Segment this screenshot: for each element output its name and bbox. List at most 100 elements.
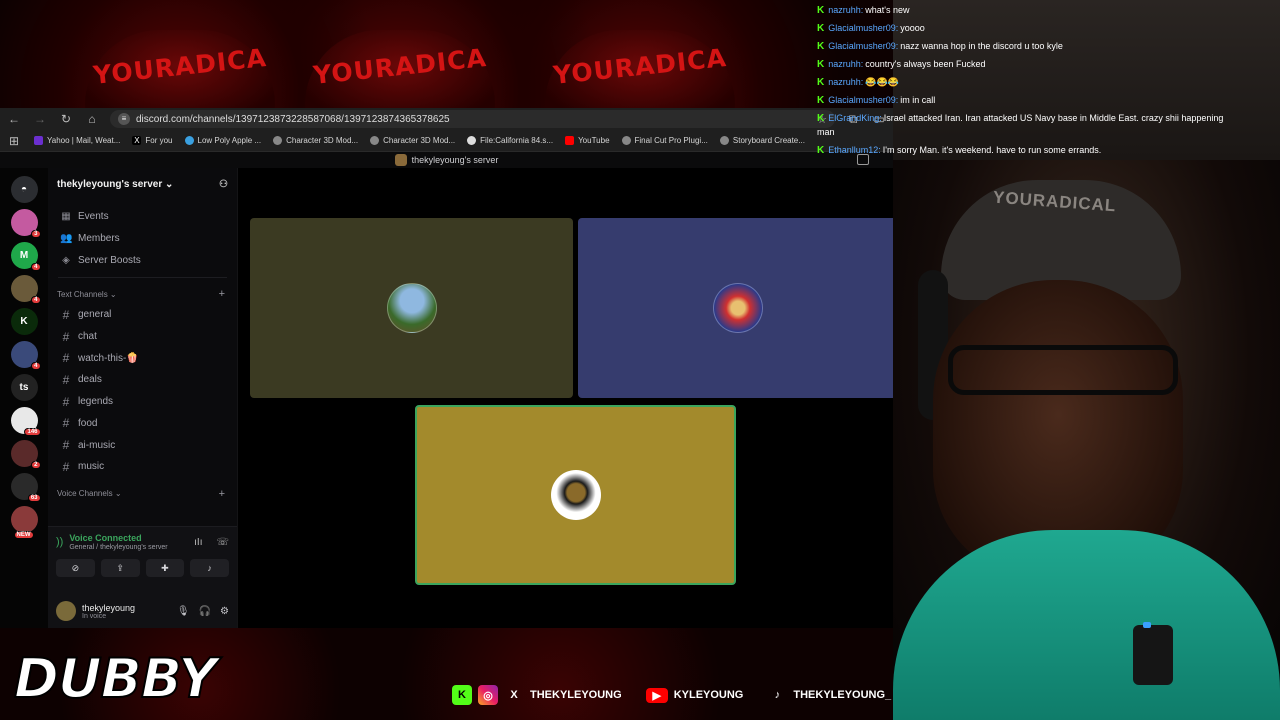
shirt — [893, 530, 1280, 720]
chat-text: nazz wanna hop in the discord u too kyle — [900, 41, 1063, 51]
bookmark-item[interactable]: Character 3D Mod... — [273, 136, 358, 145]
site-info-icon[interactable]: ≡ — [118, 113, 130, 125]
participant-tile-speaking[interactable] — [415, 405, 736, 585]
settings-gear-icon[interactable]: ⚙ — [220, 606, 229, 617]
chat-text: im in call — [900, 95, 936, 105]
headphones-icon[interactable]: 🎧 — [199, 606, 211, 617]
menu-item-server-boosts[interactable]: ◈ Server Boosts — [54, 249, 231, 271]
social-handles: K ◎ X THEKYLEYOUNG ▶ KYLEYOUNG ♪ THEKYLE… — [452, 684, 891, 706]
channel-sidebar: thekyleyoung's server ⌄ ⚇ ▦ Events 👥 Membe… — [48, 168, 238, 628]
bookmark-label: Character 3D Mod... — [383, 136, 456, 145]
channel-label: legends — [78, 396, 114, 408]
add-channel-icon[interactable]: + — [219, 488, 225, 500]
notification-badge: 4 — [31, 263, 41, 271]
url-text: discord.com/channels/1397123873228587068… — [136, 113, 450, 125]
hash-icon: # — [62, 438, 70, 453]
participant-tile[interactable] — [250, 218, 573, 398]
bookmark-item[interactable]: Low Poly Apple ... — [184, 136, 262, 145]
chat-username: nazruhh: — [828, 5, 864, 15]
bookmark-label: YouTube — [578, 136, 610, 145]
avatar[interactable] — [56, 601, 76, 621]
bookmark-item[interactable]: Final Cut Pro Plugi... — [621, 136, 708, 145]
camera-off-button[interactable]: ⊘ — [56, 559, 95, 577]
server-name: thekyleyoung's server — [57, 178, 163, 190]
server-initials: ts — [19, 382, 29, 393]
voice-connected-panel: )) Voice Connected General / thekyleyoun… — [48, 526, 237, 594]
bookmark-item[interactable]: File:California 84.s... — [467, 136, 553, 145]
chat-username: ElGrandKing: — [828, 113, 882, 123]
kick-badge-icon: K — [817, 59, 825, 70]
add-member-icon[interactable]: ⚇ — [219, 179, 228, 190]
apps-grid-icon[interactable]: ⊞ — [6, 134, 22, 148]
server-icon[interactable]: NEW — [10, 506, 38, 539]
channel-label: chat — [78, 331, 97, 343]
yahoo-icon — [34, 136, 43, 145]
menu-item-members[interactable]: 👥 Members — [54, 228, 231, 250]
channel-item[interactable]: # music — [54, 456, 231, 478]
channel-item[interactable]: # general — [54, 304, 231, 326]
channel-item[interactable]: # watch-this-🍿 — [54, 347, 231, 369]
bookmark-item[interactable]: Yahoo | Mail, Weat... — [34, 136, 120, 145]
background-cap: YOURADICA — [85, 30, 275, 120]
cap-text: YOURADICA — [551, 42, 729, 91]
channel-item[interactable]: # ai-music — [54, 434, 231, 456]
channel-item[interactable]: # deals — [54, 369, 231, 391]
server-icon[interactable]: 4 — [10, 275, 41, 304]
discord-window-title: thekyleyoung's server — [411, 155, 499, 165]
disconnect-icon[interactable]: ☏ — [216, 537, 229, 548]
server-list: ◓ 3 M 4 4 K 4 ts 146 2 63 NEW — [0, 168, 48, 628]
channel-list: ▦ Events 👥 Members ◈ Server Boosts Text Cha… — [48, 200, 237, 526]
server-icon[interactable]: 3 — [10, 209, 41, 238]
stream-chat: Knazruhh: what's new K Glacialmusher09: yooo… — [817, 0, 1280, 160]
noise-suppression-icon[interactable]: ıIı — [194, 537, 202, 548]
bookmark-label: Low Poly Apple ... — [197, 136, 262, 145]
kick-badge-icon: K — [817, 77, 825, 88]
text-channels-category[interactable]: Text Channels ⌄ + — [54, 284, 231, 304]
bookmark-label: Yahoo | Mail, Weat... — [47, 136, 121, 145]
boost-icon: ◈ — [62, 254, 70, 266]
server-icon[interactable]: 2 — [10, 440, 41, 469]
text-channel-list: # general # chat # watch-this-🍿 # deals # legends… — [54, 304, 231, 478]
globe-icon — [273, 136, 283, 145]
category-label: Voice Channels — [57, 489, 113, 499]
server-icon[interactable]: 63 — [10, 473, 41, 502]
home-icon[interactable]: ⌂ — [84, 112, 100, 126]
server-icon[interactable]: M4 — [10, 242, 41, 271]
bookmark-item[interactable]: Storyboard Create... — [719, 136, 805, 145]
forward-icon[interactable]: → — [32, 112, 48, 126]
url-input[interactable]: ≡ discord.com/channels/13971238732285870… — [110, 110, 835, 128]
discord-app: ◓ 3 M 4 4 K 4 ts 146 2 63 NEW thekyleyoung's serve… — [0, 168, 893, 628]
discord-home-icon[interactable]: ◓ — [10, 176, 38, 203]
bookmark-label: Storyboard Create... — [732, 136, 805, 145]
notification-badge: 63 — [27, 494, 41, 502]
bookmark-item[interactable]: Character 3D Mod... — [370, 136, 455, 145]
voice-channels-category[interactable]: Voice Channels ⌄ + — [54, 484, 231, 504]
bookmark-item[interactable]: X For you — [132, 136, 173, 145]
bookmark-item[interactable]: YouTube — [565, 136, 610, 145]
menu-item-events[interactable]: ▦ Events — [54, 206, 231, 228]
channel-item[interactable]: # food — [54, 413, 231, 435]
microphone-icon[interactable]: 🎙 — [177, 606, 190, 617]
server-icon[interactable]: K — [10, 308, 38, 335]
user-panel: thekyleyoung In voice 🎙 🎧 ⚙ — [48, 594, 237, 628]
channel-item[interactable]: # chat — [54, 326, 231, 348]
server-icon[interactable]: ts — [10, 374, 38, 401]
server-icon[interactable]: 146 — [10, 407, 41, 436]
back-icon[interactable]: ← — [6, 112, 22, 126]
server-icon[interactable]: 4 — [10, 341, 41, 370]
soundboard-button[interactable]: ♪ — [190, 559, 229, 577]
channel-item[interactable]: # legends — [54, 391, 231, 413]
channel-label: music — [78, 461, 105, 473]
notification-badge: 4 — [31, 362, 41, 370]
participant-tile[interactable] — [578, 218, 893, 398]
add-channel-icon[interactable]: + — [219, 288, 225, 300]
hash-icon: # — [62, 351, 70, 366]
chat-username: Glacialmusher09: — [828, 95, 899, 105]
server-header[interactable]: thekyleyoung's server ⌄ ⚇ — [48, 168, 237, 200]
kick-badge-icon: K — [817, 41, 825, 52]
bookmark-label: For you — [145, 136, 173, 145]
screen-share-button[interactable]: ⇪ — [100, 559, 140, 577]
participant-avatar — [386, 283, 437, 333]
activities-button[interactable]: ✚ — [145, 559, 185, 577]
reload-icon[interactable]: ↻ — [58, 112, 74, 126]
